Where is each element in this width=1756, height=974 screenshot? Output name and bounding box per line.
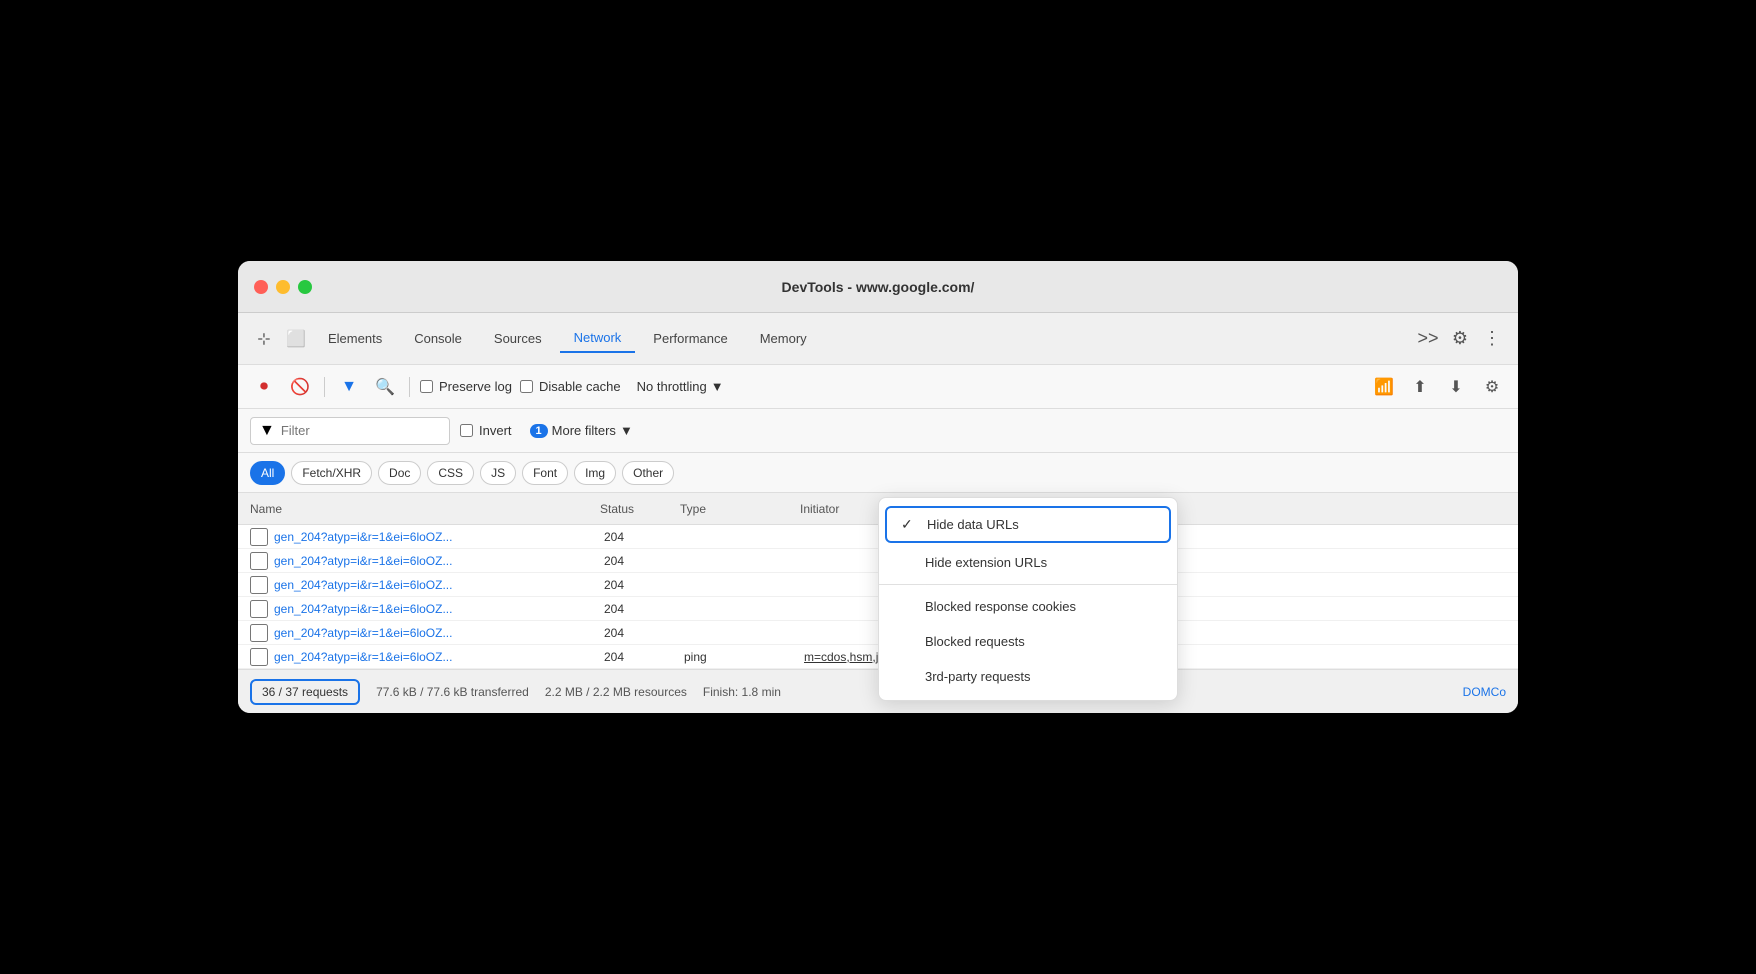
tab-console[interactable]: Console [400,325,476,352]
type-filter-all[interactable]: All [250,461,285,485]
domco-text: DOMCo [1463,685,1506,699]
devtools-window: DevTools - www.google.com/ ⊹ ⬜ Elements … [238,261,1518,713]
toolbar-divider-1 [324,377,325,397]
type-filter-row: All Fetch/XHR Doc CSS JS Font Img Other … [238,453,1518,493]
row-name-2: gen_204?atyp=i&r=1&ei=6loOZ... [274,554,604,568]
tab-elements[interactable]: Elements [314,325,396,352]
type-filter-fetchxhr[interactable]: Fetch/XHR [291,461,372,485]
type-filter-font[interactable]: Font [522,461,568,485]
window-controls [254,280,312,294]
search-button[interactable]: 🔍 [371,373,399,401]
tab-performance[interactable]: Performance [639,325,741,352]
requests-count: 36 / 37 requests [250,679,360,705]
maximize-button[interactable] [298,280,312,294]
row-status-5: 204 [604,626,684,640]
row-status-3: 204 [604,578,684,592]
network-toolbar: ⏺ 🚫 ▼ 🔍 Preserve log Disable cache No th… [238,365,1518,409]
preserve-log-label[interactable]: Preserve log [420,379,512,394]
more-filters-chevron-icon: ▼ [620,423,633,438]
window-title: DevTools - www.google.com/ [782,279,975,295]
col-header-status[interactable]: Status [600,502,680,516]
network-settings-icon[interactable]: ⚙ [1478,373,1506,401]
type-filter-doc[interactable]: Doc [378,461,421,485]
minimize-button[interactable] [276,280,290,294]
type-filter-img[interactable]: Img [574,461,616,485]
more-filters-dropdown: ✓ Hide data URLs Hide extension URLs Blo… [878,497,1178,701]
tab-network[interactable]: Network [560,324,636,353]
row-checkbox-2[interactable] [250,552,268,570]
row-name-5: gen_204?atyp=i&r=1&ei=6loOZ... [274,626,604,640]
row-checkbox-4[interactable] [250,600,268,618]
type-filter-css[interactable]: CSS [427,461,474,485]
clear-button[interactable]: 🚫 [286,373,314,401]
row-name-4: gen_204?atyp=i&r=1&ei=6loOZ... [274,602,604,616]
row-name-3: gen_204?atyp=i&r=1&ei=6loOZ... [274,578,604,592]
dropdown-item-hide-extension-urls[interactable]: Hide extension URLs [879,545,1177,580]
tab-memory[interactable]: Memory [746,325,821,352]
row-checkbox-3[interactable] [250,576,268,594]
invert-label[interactable]: Invert [460,423,512,438]
download-icon[interactable]: ⬇ [1442,373,1470,401]
stop-recording-button[interactable]: ⏺ [250,373,278,401]
filter-input[interactable] [281,423,431,438]
dropdown-item-hide-data-urls[interactable]: ✓ Hide data URLs [885,506,1171,543]
close-button[interactable] [254,280,268,294]
row-name-1: gen_204?atyp=i&r=1&ei=6loOZ... [274,530,604,544]
dropdown-separator [879,584,1177,585]
checkmark-icon: ✓ [901,516,917,533]
more-options-icon[interactable]: ⋮ [1478,325,1506,353]
invert-checkbox[interactable] [460,424,473,437]
resources-text: 2.2 MB / 2.2 MB resources [545,685,687,699]
transferred-text: 77.6 kB / 77.6 kB transferred [376,685,529,699]
row-status-2: 204 [604,554,684,568]
tab-sources[interactable]: Sources [480,325,556,352]
row-name-6: gen_204?atyp=i&r=1&ei=6loOZ... [274,650,604,664]
settings-icon[interactable]: ⚙ [1446,325,1474,353]
dropdown-item-blocked-requests[interactable]: Blocked requests [879,624,1177,659]
finish-text: Finish: 1.8 min [703,685,781,699]
type-filter-other[interactable]: Other [622,461,674,485]
more-tabs-button[interactable]: >> [1414,325,1442,353]
row-status-4: 204 [604,602,684,616]
throttle-dropdown[interactable]: No throttling ▼ [629,375,732,398]
inspect-icon[interactable]: ⬜ [282,325,310,353]
throttle-chevron-icon: ▼ [711,379,724,394]
col-header-type[interactable]: Type [680,502,800,516]
more-filters-button[interactable]: 1 More filters ▼ [522,419,641,442]
preserve-log-checkbox[interactable] [420,380,433,393]
filter-row: ▼ Invert 1 More filters ▼ [238,409,1518,453]
row-type-6: ping [684,650,804,664]
dropdown-item-blocked-response-cookies[interactable]: Blocked response cookies [879,589,1177,624]
row-status-1: 204 [604,530,684,544]
filter-badge: 1 [530,424,548,438]
row-status-6: 204 [604,650,684,664]
disable-cache-label[interactable]: Disable cache [520,379,621,394]
wifi-icon[interactable]: 📶 [1370,373,1398,401]
title-bar: DevTools - www.google.com/ [238,261,1518,313]
dropdown-item-3rd-party-requests[interactable]: 3rd-party requests [879,659,1177,694]
row-checkbox-5[interactable] [250,624,268,642]
filter-icon: ▼ [259,422,275,440]
row-checkbox-1[interactable] [250,528,268,546]
type-filter-js[interactable]: JS [480,461,516,485]
filter-toggle-button[interactable]: ▼ [335,373,363,401]
cursor-icon[interactable]: ⊹ [250,325,278,353]
filter-input-wrap[interactable]: ▼ [250,417,450,445]
disable-cache-checkbox[interactable] [520,380,533,393]
upload-icon[interactable]: ⬆ [1406,373,1434,401]
toolbar-divider-2 [409,377,410,397]
col-header-name[interactable]: Name [250,502,600,516]
row-checkbox-6[interactable] [250,648,268,666]
tabs-row: ⊹ ⬜ Elements Console Sources Network Per… [238,313,1518,365]
